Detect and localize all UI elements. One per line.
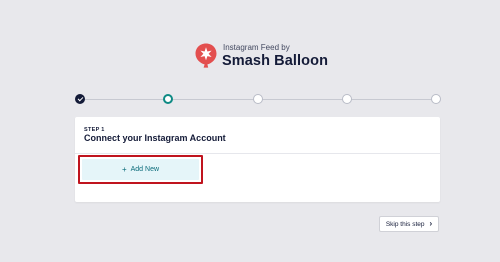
chevron-right-icon: › (429, 219, 433, 228)
step-2-active-indicator (163, 94, 173, 104)
card-divider (75, 153, 440, 154)
step-3-indicator (253, 94, 263, 104)
card-heading: Connect your Instagram Account (84, 133, 226, 143)
brand-subtitle: Instagram Feed by (223, 42, 290, 52)
brand-title: Smash Balloon (222, 52, 329, 69)
step-4-indicator (342, 94, 352, 104)
add-new-label: Add New (130, 166, 160, 173)
add-new-button[interactable]: + Add New (82, 159, 199, 180)
progress-stepper (75, 94, 441, 104)
step-5-indicator (431, 94, 441, 104)
skip-step-button[interactable]: Skip this step › (379, 216, 439, 232)
skip-step-label: Skip this step (385, 220, 425, 228)
connect-account-card: STEP 1 Connect your Instagram Account + … (75, 117, 440, 202)
plus-icon: + (121, 164, 127, 174)
smash-balloon-logo-icon (194, 42, 218, 70)
step-1-completed-indicator (75, 94, 85, 104)
brand-header: Instagram Feed by Smash Balloon (194, 42, 328, 70)
